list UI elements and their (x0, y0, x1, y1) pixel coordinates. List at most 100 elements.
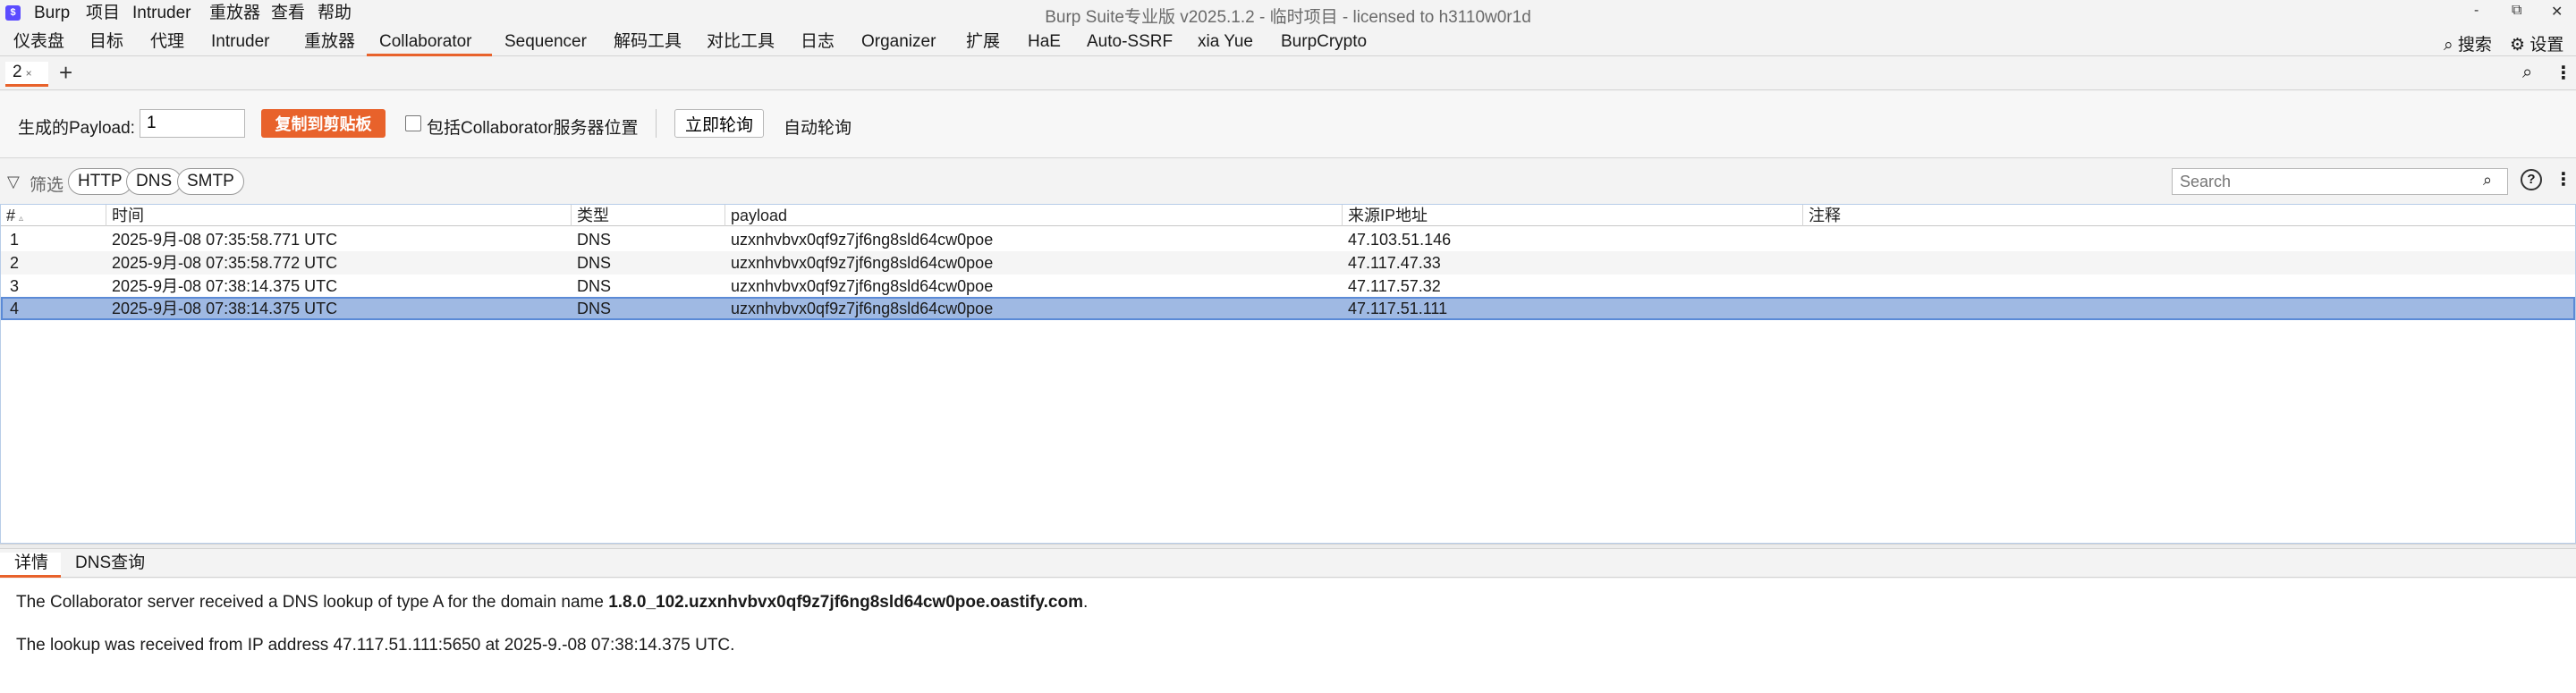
filter-bar: ▽ 筛选 HTTP DNS SMTP ⌕ ? ⋮ (0, 161, 2576, 202)
cell-payload: uzxnhvbvx0qf9z7jf6ng8sld64cw0poe (731, 300, 994, 317)
table-row[interactable]: 1 2025-9月-08 07:35:58.771 UTC DNS uzxnhv… (1, 228, 2575, 251)
tab-burpcrypto[interactable]: BurpCrypto (1281, 31, 1367, 53)
add-tab-icon[interactable]: + (59, 59, 72, 87)
menu-help[interactable]: 帮助 (318, 4, 352, 23)
payload-panel: 生成的Payload: 复制到剪贴板 包括Collaborator服务器位置 立… (0, 91, 2576, 158)
column-header-number[interactable]: # ▵ (1, 205, 106, 226)
cell-type: DNS (577, 254, 612, 272)
tab-intruder[interactable]: Intruder (211, 31, 269, 53)
column-header-time[interactable]: 时间 (106, 205, 572, 226)
poll-now-button[interactable]: 立即轮询 (674, 109, 764, 138)
tab-dashboard[interactable]: 仪表盘 (13, 31, 64, 53)
global-search-label: 搜索 (2457, 36, 2492, 55)
global-search-button[interactable]: ⌕ 搜索 (2444, 31, 2492, 55)
filter-chip-http[interactable]: HTTP (68, 168, 132, 195)
detail-suffix: . (1083, 593, 1089, 612)
menu-intruder[interactable]: Intruder (132, 4, 191, 23)
detail-domain: 1.8.0_102.uzxnhvbvx0qf9z7jf6ng8sld64cw0p… (608, 593, 1083, 612)
cell-type: DNS (577, 231, 612, 249)
menu-burp[interactable]: Burp (34, 4, 70, 23)
sub-tab-label: 2 (13, 63, 22, 81)
tab-xia-yue[interactable]: xia Yue (1198, 31, 1253, 53)
cell-type: DNS (577, 300, 612, 317)
settings-button[interactable]: ⚙ 设置 (2510, 31, 2563, 55)
menu-view[interactable]: 查看 (271, 4, 305, 23)
cell-payload: uzxnhvbvx0qf9z7jf6ng8sld64cw0poe (731, 231, 994, 249)
cell-time: 2025-9月-08 07:38:14.375 UTC (112, 277, 338, 295)
cell-time: 2025-9月-08 07:38:14.375 UTC (112, 300, 338, 317)
main-tab-bar: 仪表盘 目标 代理 Intruder 重放器 Collaborator Sequ… (0, 28, 2576, 56)
include-server-location-checkbox[interactable] (405, 115, 421, 131)
tab-organizer[interactable]: Organizer (861, 31, 936, 53)
tab-decoder[interactable]: 解码工具 (614, 31, 682, 53)
window-title: Burp Suite专业版 v2025.1.2 - 临时项目 - license… (1045, 8, 1531, 27)
detail-tab-bar: 详情 DNS查询 (0, 549, 2576, 578)
sub-tab-2[interactable]: 2 × (5, 62, 48, 87)
auto-poll-label[interactable]: 自动轮询 (784, 114, 852, 139)
tab-logger[interactable]: 日志 (801, 31, 835, 53)
tab-comparer[interactable]: 对比工具 (707, 31, 775, 53)
column-header-source-ip[interactable]: 来源IP地址 (1343, 205, 1803, 226)
cell-source-ip: 47.117.47.33 (1348, 254, 1441, 272)
column-header-comment[interactable]: 注释 (1803, 205, 2575, 226)
tab-collaborator[interactable]: Collaborator (379, 31, 472, 53)
settings-label: 设置 (2529, 36, 2564, 55)
cell-source-ip: 47.117.51.111 (1348, 300, 1448, 317)
cell-payload: uzxnhvbvx0qf9z7jf6ng8sld64cw0poe (731, 277, 994, 295)
search-icon[interactable]: ⌕ (2483, 171, 2492, 190)
gear-icon: ⚙ (2510, 36, 2526, 55)
more-options-icon[interactable]: ⋮ (2555, 62, 2572, 84)
search-icon: ⌕ (2444, 36, 2453, 55)
tab-hae[interactable]: HaE (1028, 31, 1061, 53)
include-server-location-label: 包括Collaborator服务器位置 (427, 119, 639, 138)
interactions-table: # ▵ 时间 类型 payload 来源IP地址 注释 1 2025-9月-08 … (0, 204, 2576, 544)
filter-label[interactable]: 筛选 (30, 172, 64, 196)
cell-payload: uzxnhvbvx0qf9z7jf6ng8sld64cw0poe (731, 254, 994, 272)
menu-repeater[interactable]: 重放器 (209, 4, 260, 23)
detail-lookup-source: The lookup was received from IP address … (16, 636, 735, 655)
tab-dns-query[interactable]: DNS查询 (75, 553, 145, 574)
cell-type: DNS (577, 277, 612, 295)
table-row[interactable]: 2 2025-9月-08 07:35:58.772 UTC DNS uzxnhv… (1, 251, 2575, 275)
tab-sequencer[interactable]: Sequencer (504, 31, 587, 53)
close-button[interactable]: ✕ (2551, 3, 2563, 21)
detail-prefix: The Collaborator server received a DNS l… (16, 593, 609, 612)
menu-project[interactable]: 项目 (86, 4, 120, 23)
sub-tab-bar: 2 × + ⌕ ⋮ (0, 57, 2576, 90)
burp-logo-icon: $ (5, 5, 21, 21)
tab-proxy[interactable]: 代理 (150, 31, 184, 53)
payload-label: 生成的Payload: (18, 119, 135, 138)
tab-repeater[interactable]: 重放器 (304, 31, 355, 53)
table-row-selected[interactable]: 4 2025-9月-08 07:38:14.375 UTC DNS uzxnhv… (1, 297, 2575, 320)
copy-to-clipboard-button[interactable]: 复制到剪贴板 (261, 109, 386, 138)
close-tab-icon[interactable]: × (26, 67, 32, 80)
sort-ascending-icon: ▵ (19, 214, 24, 224)
detail-description: The Collaborator server received a DNS l… (16, 593, 1088, 613)
minimize-button[interactable]: - (2474, 3, 2479, 19)
filter-icon[interactable]: ▽ (7, 173, 20, 191)
filter-chip-smtp[interactable]: SMTP (177, 168, 244, 195)
more-options-icon[interactable]: ⋮ (2555, 168, 2572, 190)
tab-extensions[interactable]: 扩展 (966, 31, 1000, 53)
payload-count-input[interactable] (140, 109, 245, 138)
help-icon[interactable]: ? (2521, 169, 2542, 190)
column-header-number-label: # (6, 207, 16, 224)
search-icon[interactable]: ⌕ (2522, 63, 2532, 83)
cell-time: 2025-9月-08 07:35:58.771 UTC (112, 231, 338, 249)
restore-button[interactable]: ⧉ (2512, 3, 2521, 19)
tab-target[interactable]: 目标 (89, 31, 123, 53)
active-tab-indicator (367, 54, 492, 56)
cell-number: 3 (10, 277, 20, 295)
divider (656, 109, 657, 138)
table-header: # ▵ 时间 类型 payload 来源IP地址 注释 (1, 205, 2575, 226)
cell-number: 4 (10, 300, 20, 317)
search-input[interactable] (2172, 168, 2508, 195)
table-row[interactable]: 3 2025-9月-08 07:38:14.375 UTC DNS uzxnhv… (1, 275, 2575, 298)
tab-details[interactable]: 详情 (0, 553, 61, 578)
column-header-type[interactable]: 类型 (572, 205, 725, 226)
cell-source-ip: 47.103.51.146 (1348, 231, 1452, 249)
filter-chip-dns[interactable]: DNS (126, 168, 182, 195)
tab-auto-ssrf[interactable]: Auto-SSRF (1087, 31, 1173, 53)
cell-number: 1 (10, 231, 20, 249)
column-header-payload[interactable]: payload (725, 205, 1343, 226)
